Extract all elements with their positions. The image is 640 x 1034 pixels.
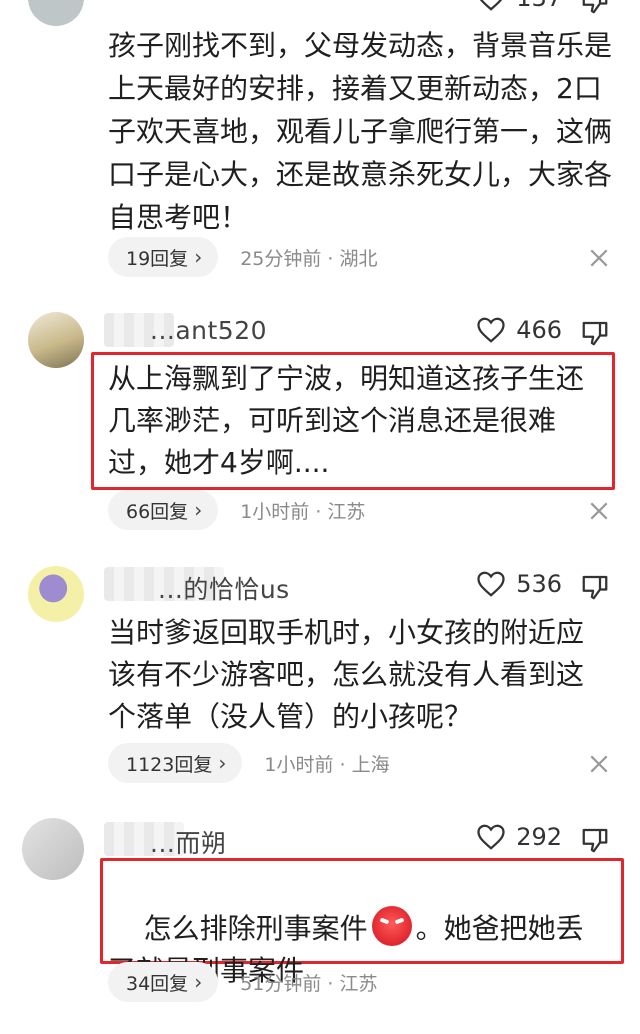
close-icon[interactable] xyxy=(588,247,610,269)
reply-button[interactable]: 1123回复 › xyxy=(108,743,243,783)
username: ...而朔 xyxy=(150,829,227,858)
avatar[interactable] xyxy=(28,566,84,622)
avatar[interactable] xyxy=(28,0,84,26)
avatar[interactable] xyxy=(22,818,84,880)
reply-button[interactable]: 34回复 › xyxy=(108,962,219,1002)
time-location: 51分钟前 · 江苏 xyxy=(240,972,378,995)
heart-icon xyxy=(480,0,503,11)
dislike-icon[interactable] xyxy=(580,825,610,855)
time-location: 1小时前 · 上海 xyxy=(264,753,390,776)
username: ...ant520 xyxy=(150,316,268,345)
comment-body: 怎么排除刑事案件。她爸把她丢了就是刑事案件 xyxy=(108,864,608,1034)
like-count: 137 xyxy=(516,0,562,12)
dislike-icon[interactable] xyxy=(580,318,610,348)
reply-count: 19回复 xyxy=(126,247,189,270)
reply-count: 1123回复 xyxy=(126,753,213,776)
heart-icon xyxy=(477,317,505,343)
comment-body: 孩子刚找不到，父母发动态，背景音乐是上天最好的安排，接着又更新动态，2口子欢天喜… xyxy=(108,29,613,234)
like-button[interactable]: 536 xyxy=(476,570,562,598)
close-icon[interactable] xyxy=(588,500,610,522)
time-location: 25分钟前 · 湖北 xyxy=(240,247,378,270)
heart-icon xyxy=(477,571,505,597)
reply-button[interactable]: 19回复 › xyxy=(108,237,219,277)
username: ...的恰恰us xyxy=(158,575,290,604)
heart-icon xyxy=(477,824,505,850)
like-button[interactable]: 466 xyxy=(476,316,562,344)
reply-count: 34回复 xyxy=(126,972,189,995)
comment-body: 当时爹返回取手机时，小女孩的附近应该有不少游客吧，怎么就没有人看到这个落单（没人… xyxy=(108,616,585,733)
chevron-right-icon: › xyxy=(194,498,203,522)
chevron-right-icon: › xyxy=(194,970,203,994)
time-location: 1小时前 · 江苏 xyxy=(240,500,366,523)
like-count: 292 xyxy=(516,823,562,851)
like-count: 466 xyxy=(516,316,562,344)
comment-body-part1: 怎么排除刑事案件 xyxy=(143,912,368,945)
comment-body: 从上海飘到了宁波，明知道这孩子生还几率渺茫，可听到这个消息还是很难过，她才4岁啊… xyxy=(108,362,585,479)
dislike-icon[interactable] xyxy=(580,0,610,16)
like-button[interactable]: 292 xyxy=(476,823,562,851)
like-count: 536 xyxy=(516,570,562,598)
reply-count: 66回复 xyxy=(126,500,189,523)
like-button[interactable]: 137 xyxy=(476,0,562,12)
reply-button[interactable]: 66回复 › xyxy=(108,490,219,530)
chevron-right-icon: › xyxy=(218,751,227,775)
close-icon[interactable] xyxy=(588,753,610,775)
avatar[interactable] xyxy=(28,312,84,368)
dislike-icon[interactable] xyxy=(580,572,610,602)
chevron-right-icon: › xyxy=(194,245,203,269)
angry-face-icon xyxy=(371,906,412,946)
